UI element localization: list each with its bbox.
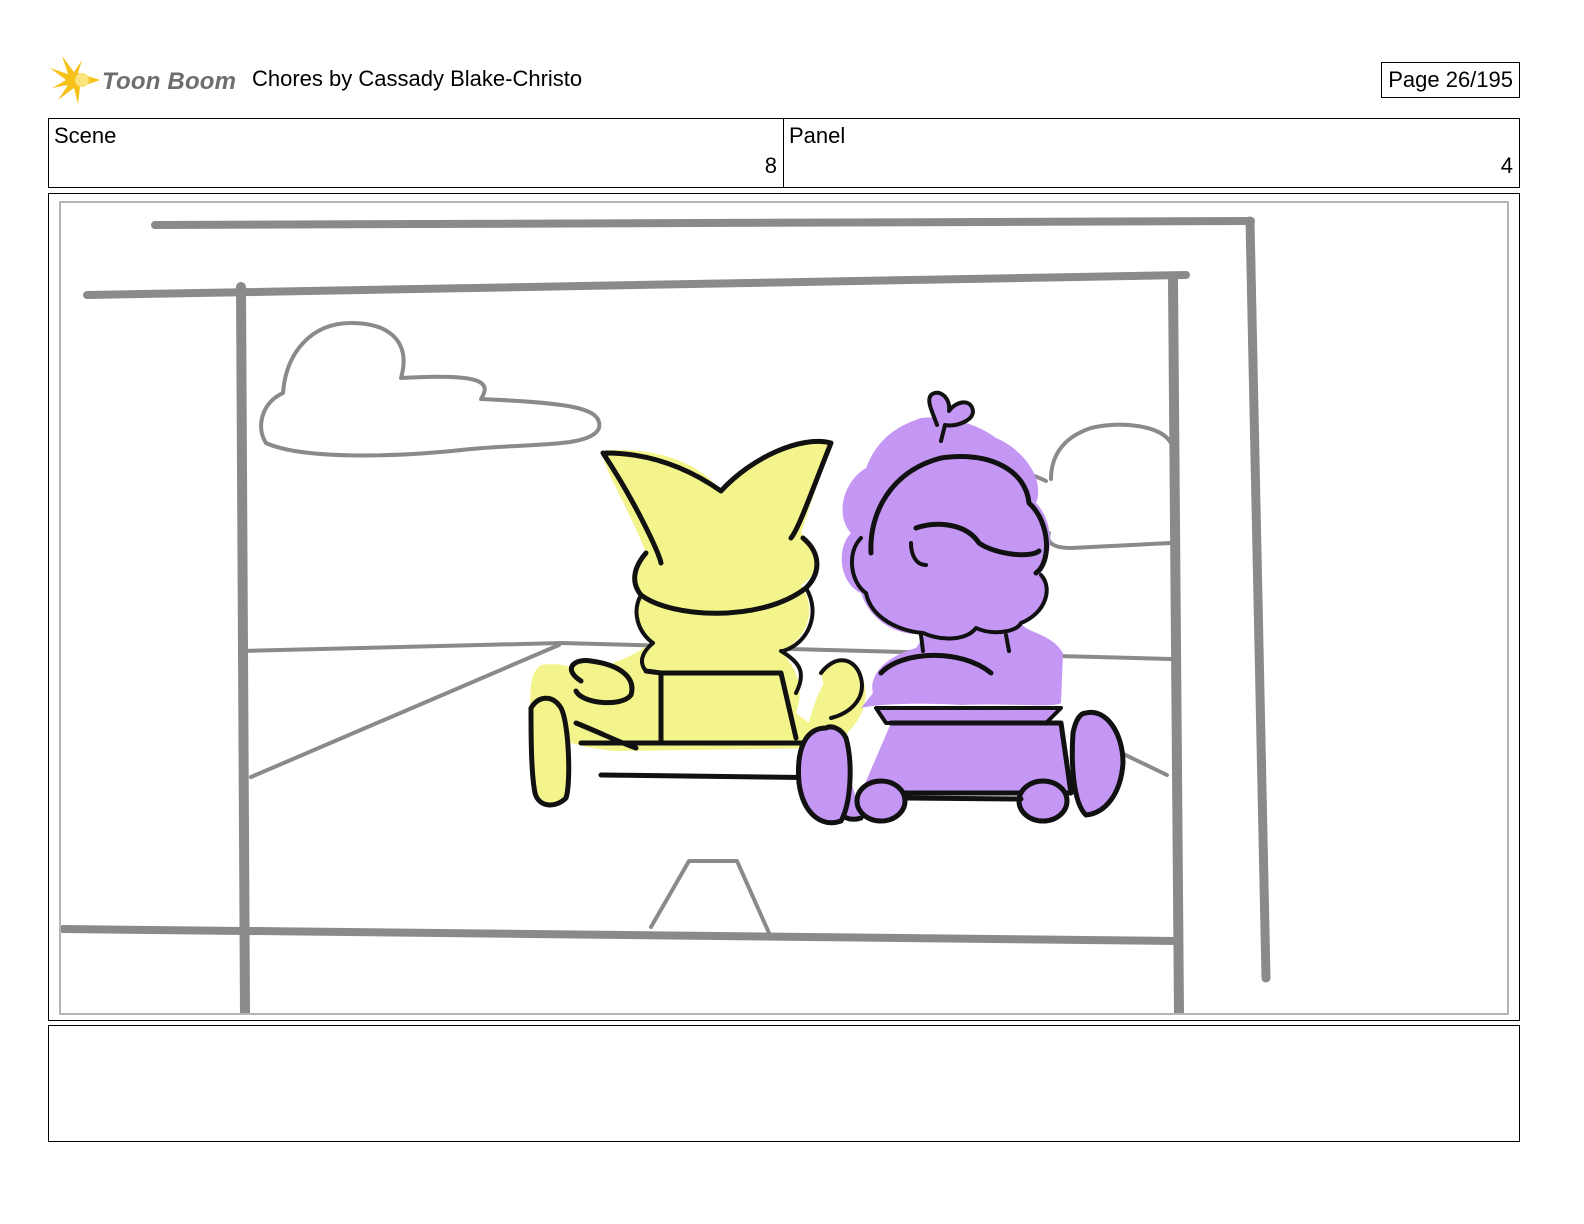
panel-label: Panel: [789, 123, 846, 148]
page-number: Page 26/195: [1381, 62, 1520, 98]
dashboard-bump: [649, 859, 771, 935]
road-left-edge: [249, 643, 561, 779]
page-header: Toon Boom Chores by Cassady Blake-Christ…: [48, 52, 1520, 108]
logo-text: Toon Boom: [102, 68, 237, 95]
panel-number: 4: [1500, 153, 1513, 178]
storyboard-sketch: [61, 216, 1271, 1013]
scene-panel-info: Scene 8 Panel 4: [48, 118, 1520, 188]
document-title: Chores by Cassady Blake-Christo: [252, 66, 583, 91]
star-burst-icon: [50, 56, 100, 104]
notes-box: [48, 1025, 1520, 1142]
scene-label: Scene: [54, 123, 117, 148]
windshield-right-post: [1168, 274, 1184, 1013]
outer-window-right-line: [1245, 216, 1271, 983]
storyboard-frame: [48, 193, 1520, 1021]
panel-cell: Panel 4: [784, 119, 1519, 187]
outer-window-top-line: [151, 217, 1255, 229]
cloud-left: [259, 321, 602, 458]
purple-character: [795, 390, 1126, 826]
toon-boom-logo: Toon Boom: [48, 54, 238, 106]
windshield-top-line: [83, 271, 1190, 299]
panel-drawing-area: [59, 201, 1509, 1015]
dashboard-line: [61, 925, 1183, 945]
scene-cell: Scene 8: [49, 119, 784, 187]
scene-number: 8: [764, 153, 777, 178]
